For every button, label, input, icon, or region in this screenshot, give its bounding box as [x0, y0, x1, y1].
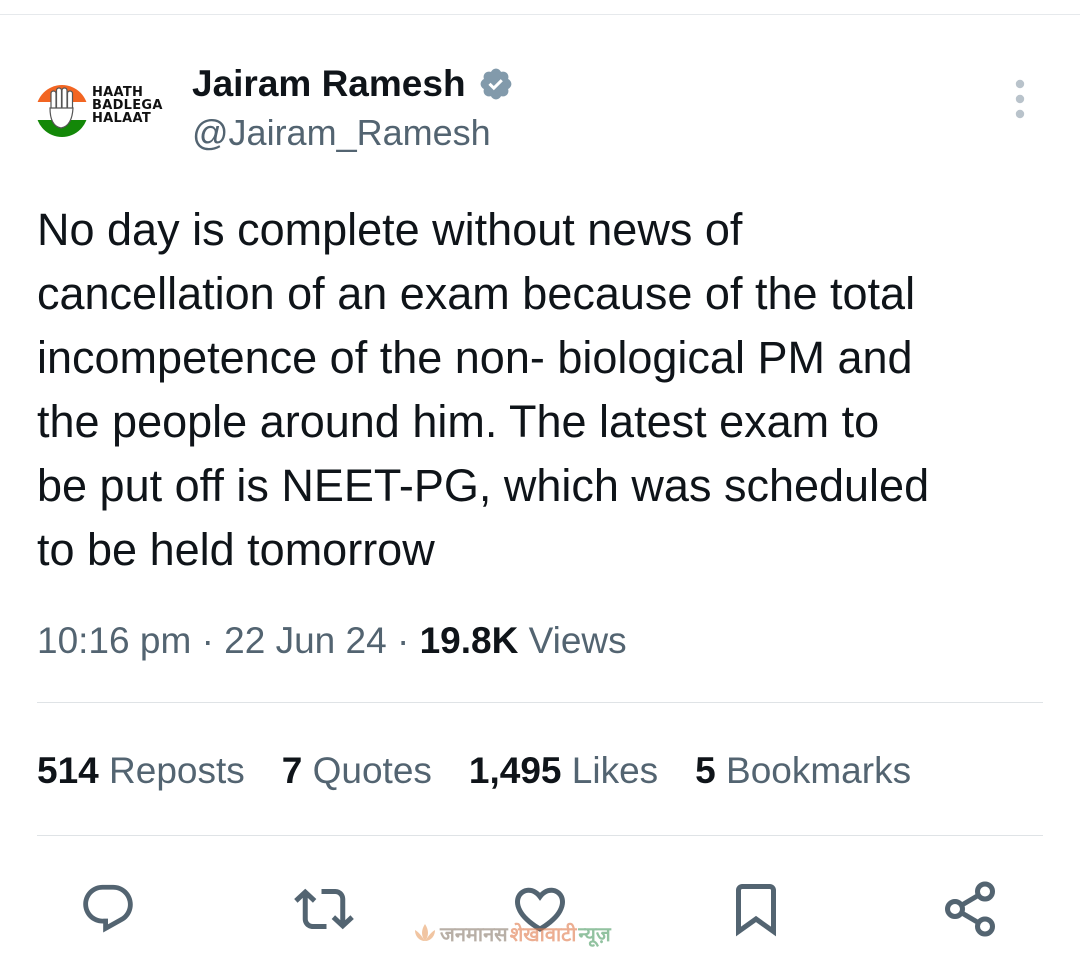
stat-count: 7	[281, 750, 303, 791]
bookmark-icon	[736, 884, 776, 937]
stat-bookmarks[interactable]: 5 Bookmarks	[695, 750, 911, 792]
meta-separator: ·	[396, 620, 410, 661]
tweet-date[interactable]: 22 Jun 24	[224, 620, 387, 661]
share-icon	[945, 881, 995, 937]
share-button[interactable]	[940, 878, 1000, 940]
more-options-icon[interactable]	[1004, 78, 1036, 120]
repost-button[interactable]	[294, 878, 354, 940]
verified-badge-icon[interactable]	[478, 66, 514, 102]
stat-count: 514	[37, 750, 99, 791]
stat-label: Likes	[571, 750, 659, 791]
divider	[37, 835, 1043, 836]
author-display-name[interactable]: Jairam Ramesh	[192, 63, 466, 105]
engagement-stats: 514 Reposts 7 Quotes 1,495 Likes 5 Bookm…	[37, 750, 948, 792]
divider	[37, 702, 1043, 703]
meta-separator: ·	[201, 620, 214, 661]
stat-likes[interactable]: 1,495 Likes	[469, 750, 658, 792]
watermark: जनमानस शेखावाटी न्यूज़	[410, 918, 611, 948]
top-divider	[0, 14, 1080, 15]
stat-reposts[interactable]: 514 Reposts	[37, 750, 245, 792]
repost-icon	[294, 888, 354, 930]
views-label: Views	[528, 620, 627, 661]
stat-label: Bookmarks	[726, 750, 912, 791]
views-count: 19.8K	[419, 620, 519, 661]
avatar[interactable]: HAATH BADLEGA HALAAT	[34, 78, 163, 144]
bookmark-button[interactable]	[726, 878, 786, 940]
stat-count: 1,495	[468, 750, 562, 791]
avatar-caption: HAATH BADLEGA HALAAT	[92, 86, 163, 125]
tweet-text: No day is complete without news of cance…	[37, 204, 930, 575]
reply-icon	[83, 884, 133, 933]
watermark-text: जनमानस	[440, 921, 508, 946]
tweet-meta: 10:16 pm · 22 Jun 24 · 19.8K Views	[37, 620, 627, 662]
avatar-caption-line: HALAAT	[92, 111, 152, 126]
reply-button[interactable]	[78, 878, 138, 940]
lotus-icon	[415, 924, 435, 941]
author-handle[interactable]: @Jairam_Ramesh	[192, 112, 491, 154]
author-name-row: Jairam Ramesh	[192, 62, 514, 106]
watermark-text: शेखावाटी	[509, 921, 577, 946]
stat-label: Reposts	[109, 750, 245, 791]
stat-count: 5	[695, 750, 716, 791]
stat-quotes[interactable]: 7 Quotes	[282, 750, 432, 792]
watermark-text: न्यूज़	[578, 921, 611, 946]
tweet-time[interactable]: 10:16 pm	[37, 620, 191, 661]
congress-hand-logo-icon	[36, 85, 88, 137]
stat-label: Quotes	[312, 750, 432, 791]
